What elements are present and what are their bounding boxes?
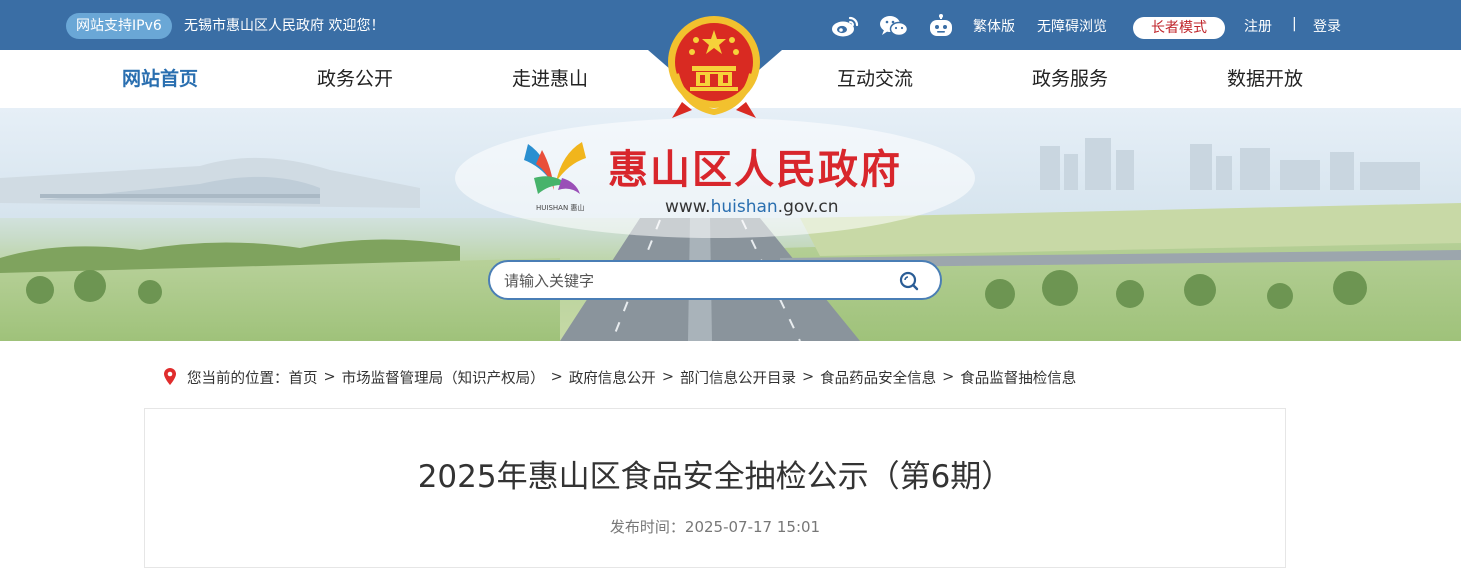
breadcrumb-item-home[interactable]: 首页 bbox=[289, 367, 318, 388]
breadcrumb-prefix: 您当前的位置： bbox=[187, 370, 289, 387]
breadcrumb-item-info-disclosure[interactable]: 政府信息公开 bbox=[569, 367, 656, 388]
site-url-domain: huishan bbox=[710, 197, 778, 217]
nav-item-about-huishan[interactable]: 走进惠山 bbox=[512, 66, 588, 92]
site-url: www.huishan.gov.cn bbox=[665, 196, 839, 218]
weibo-icon[interactable] bbox=[831, 14, 859, 38]
nav-item-gov-affairs[interactable]: 政务公开 bbox=[317, 66, 393, 92]
article-panel: 2025年惠山区食品安全抽检公示（第6期） 发布时间：2025-07-17 15… bbox=[144, 408, 1286, 568]
welcome-text: 无锡市惠山区人民政府 欢迎您！ bbox=[184, 18, 385, 34]
site-url-suffix: .gov.cn bbox=[777, 197, 839, 217]
site-url-prefix: www. bbox=[665, 197, 711, 217]
nav-item-open-data[interactable]: 数据开放 bbox=[1227, 66, 1303, 92]
site-title: 惠山区人民政府 bbox=[608, 147, 902, 193]
publish-label: 发布时间： bbox=[609, 518, 685, 536]
robot-icon[interactable] bbox=[928, 14, 954, 38]
login-link[interactable]: 登录 bbox=[1313, 17, 1341, 37]
search-icon[interactable] bbox=[898, 270, 920, 292]
register-link[interactable]: 注册 bbox=[1244, 17, 1272, 37]
search-input[interactable] bbox=[504, 270, 884, 292]
top-separator: | bbox=[1292, 16, 1297, 32]
elder-mode-button[interactable]: 长者模式 bbox=[1133, 17, 1225, 39]
breadcrumb: 您当前的位置： 首页 > 市场监督管理局（知识产权局） > 政府信息公开 > 部… bbox=[163, 366, 1076, 388]
breadcrumb-item-market-supervision[interactable]: 市场监督管理局（知识产权局） bbox=[342, 367, 545, 388]
breadcrumb-item-food-drug-safety[interactable]: 食品药品安全信息 bbox=[820, 367, 936, 388]
national-emblem-icon bbox=[668, 16, 760, 118]
wechat-icon[interactable] bbox=[879, 14, 909, 38]
breadcrumb-separator: > bbox=[323, 369, 336, 385]
article-publish-info: 发布时间：2025-07-17 15:01 bbox=[145, 517, 1285, 537]
breadcrumb-separator: > bbox=[661, 369, 674, 385]
accessible-browse-link[interactable]: 无障碍浏览 bbox=[1037, 17, 1107, 37]
traditional-chinese-link[interactable]: 繁体版 bbox=[973, 17, 1015, 37]
breadcrumb-item-dept-catalog[interactable]: 部门信息公开目录 bbox=[680, 367, 796, 388]
logo-caption: HUISHAN 惠山 bbox=[536, 203, 584, 212]
publish-time: 2025-07-17 15:01 bbox=[684, 518, 821, 536]
search-box bbox=[488, 260, 942, 300]
location-pin-icon bbox=[164, 368, 176, 385]
huishan-logo-icon: HUISHAN 惠山 bbox=[524, 142, 586, 212]
banner: HUISHAN 惠山 惠山区人民政府 www.huishan.gov.cn bbox=[0, 108, 1461, 341]
breadcrumb-separator: > bbox=[942, 369, 955, 385]
banner-landscape bbox=[0, 108, 1461, 341]
breadcrumb-item-food-inspection[interactable]: 食品监督抽检信息 bbox=[960, 367, 1076, 388]
breadcrumb-separator: > bbox=[550, 369, 563, 385]
nav-item-services[interactable]: 政务服务 bbox=[1032, 66, 1108, 92]
article-title: 2025年惠山区食品安全抽检公示（第6期） bbox=[417, 459, 1013, 495]
nav-item-interaction[interactable]: 互动交流 bbox=[837, 66, 913, 92]
ipv6-badge: 网站支持IPv6 bbox=[66, 13, 172, 39]
breadcrumb-separator: > bbox=[801, 369, 815, 385]
nav-item-home[interactable]: 网站首页 bbox=[122, 66, 198, 92]
